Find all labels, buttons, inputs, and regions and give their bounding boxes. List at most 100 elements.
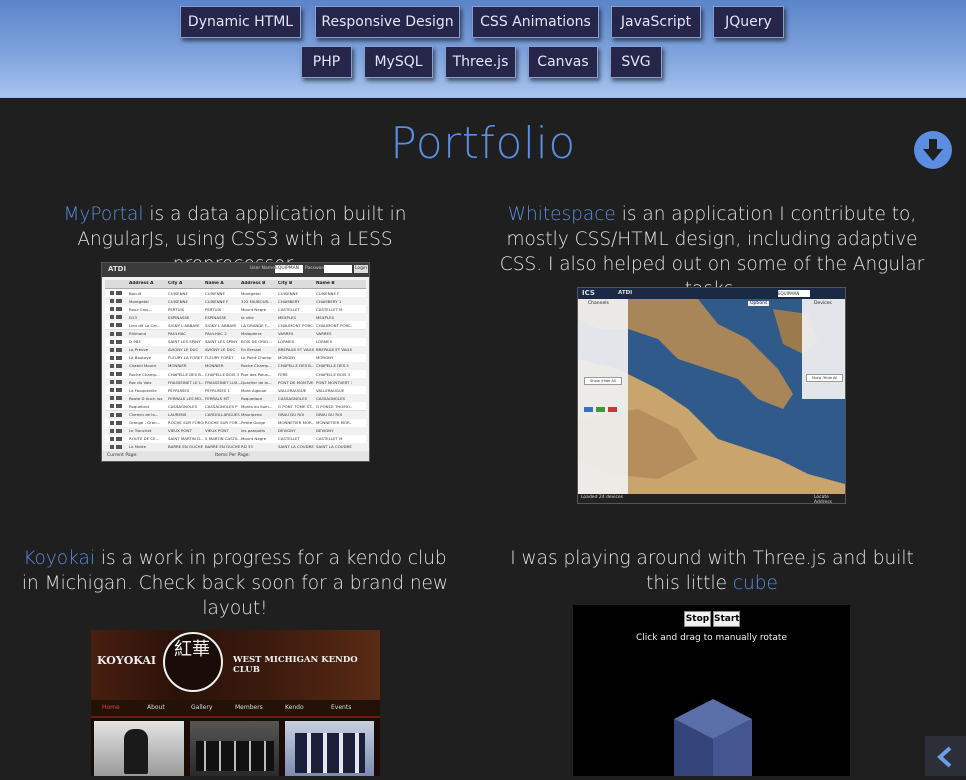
koyokai-link[interactable]: Koyokai: [23, 548, 95, 569]
myportal-table-cell: SAINT LES SPINY: [205, 339, 238, 345]
myportal-footer-left: Current Page:: [107, 453, 138, 458]
tag-canvas[interactable]: Canvas: [528, 46, 598, 78]
row-edit-icon: [110, 388, 122, 393]
koyokai-screenshot[interactable]: KOYOKAI 紅華 WEST MICHIGAN KENDO CLUB Home…: [91, 630, 380, 776]
myportal-table-cell: CHAUMONT PORC...: [278, 322, 314, 328]
myportal-table-cell: MORGNY: [316, 355, 334, 361]
myportal-table-cell: GRAU DU ROI: [316, 412, 343, 417]
myportal-table-cell: FRASSEINET LE L...: [168, 379, 204, 385]
row-edit-icon: [110, 355, 122, 360]
chevron-left-icon: [937, 746, 952, 768]
whitespace-status-text: Loaded 24 devices: [581, 495, 624, 500]
myportal-table-cell: La Fauqueville: [129, 387, 157, 393]
cube-stop-button[interactable]: Stop: [684, 611, 711, 627]
myportal-column-header: Address B: [241, 281, 266, 286]
cube-demo[interactable]: Stop Start Click and drag to manually ro…: [573, 605, 850, 776]
tag-mysql[interactable]: MySQL: [364, 46, 433, 78]
myportal-table-cell: Le Point Champ: [241, 355, 272, 361]
myportal-table-cell: MONNETIER MOR...: [316, 420, 352, 426]
myportal-table-cell: FLEURY FORET: [205, 355, 234, 361]
myportal-table-cell: ESPINASSE: [168, 314, 190, 320]
myportal-table-cell: LORMES: [278, 339, 295, 345]
myportal-table-cell: SAINT LA COUDRE: [278, 444, 314, 450]
myportal-table-cell: RD 33: [241, 444, 253, 450]
myportal-table-cell: La Preuve: [129, 347, 149, 353]
row-edit-icon: [110, 412, 122, 417]
myportal-table-cell: PEYRUISES 1: [205, 387, 230, 393]
myportal-table-cell: 322 FAUBOUR...: [241, 298, 272, 304]
scroll-down-button[interactable]: [914, 131, 952, 169]
myportal-grid: ⚙ Address ACity AName AAddress BCity BNa…: [105, 280, 366, 452]
myportal-user-label: User Name:: [250, 266, 277, 271]
tag-svg[interactable]: SVG: [610, 46, 662, 78]
myportal-footer-right: Items Per Page:: [215, 453, 251, 458]
myportal-table-cell: BARRE EN OUCHE: [205, 444, 241, 450]
myportal-table-cell: VALLERAUGUE: [278, 387, 307, 393]
tag-javascript[interactable]: JavaScript: [611, 6, 701, 38]
tag-php[interactable]: PHP: [301, 46, 352, 78]
koyokai-menu-kendo: Kendo: [285, 704, 304, 711]
whitespace-link[interactable]: Whitespace: [508, 204, 616, 225]
myportal-table-cell: PEYRUISES: [168, 387, 190, 393]
koyokai-photo-1: [94, 721, 184, 776]
tag-responsive-design[interactable]: Responsive Design: [315, 6, 460, 38]
myportal-table-cell: CHAMBERY 1: [316, 298, 342, 304]
myportal-table-cell: S MARTIN CASTIL...: [205, 436, 241, 442]
myportal-table-cell: Chemin de la...: [129, 412, 159, 417]
myportal-column-header: Name B: [316, 281, 335, 286]
myportal-table-cell: Petite Gorge: [241, 420, 266, 426]
myportal-table-cell: CASSAGNOLES: [278, 395, 308, 401]
myportal-table-cell: AVIGNY LE DUC: [168, 347, 199, 353]
myportal-table-cell: D 983: [129, 339, 141, 345]
myportal-table-cell: PONT MONTVERT 3: [316, 379, 352, 385]
myportal-link[interactable]: MyPortal: [63, 204, 143, 225]
tag-css-animations[interactable]: CSS Animations: [472, 6, 599, 38]
myportal-table-cell: MEXPLES: [278, 314, 296, 320]
myportal-table-cell: DEVIGNY: [278, 428, 296, 434]
back-button[interactable]: [925, 736, 966, 776]
myportal-column-header: City A: [168, 281, 183, 286]
koyokai-banner: KOYOKAI 紅華 WEST MICHIGAN KENDO CLUB: [91, 630, 380, 700]
myportal-screenshot[interactable]: ATDI User Name: EQUIPMAN Password: Login…: [101, 262, 370, 462]
arrow-down-icon: [923, 139, 943, 161]
myportal-table-cell: SAINT LA COUDRE: [316, 444, 352, 450]
myportal-table-cell: Roche Champ...: [241, 363, 272, 369]
myportal-table-cell: Mount Negre: [241, 436, 267, 442]
tag-dynamic-html[interactable]: Dynamic HTML: [180, 6, 301, 38]
myportal-table-cell: CUISENNE F: [316, 290, 340, 296]
myportal-table-cell: Rue des Palus...: [241, 371, 272, 377]
myportal-table-cell: Route D Auch lux: [129, 395, 163, 401]
myportal-table-cell: Roquebrot: [129, 403, 150, 409]
tag-jquery[interactable]: JQuery: [713, 6, 784, 38]
myportal-table-cell: Malapierre: [241, 331, 262, 336]
myportal-table-cell: CASTELLET: [278, 306, 300, 312]
myportal-table-cell: CHAPELLE DES B...: [278, 363, 314, 369]
row-edit-icon: [110, 363, 122, 368]
myportal-table-cell: En Bressel: [241, 347, 262, 353]
cube-start-button[interactable]: Start: [713, 611, 740, 627]
top-nav-header: Dynamic HTML Responsive Design CSS Anima…: [0, 0, 966, 98]
whitespace-devices-panel: Devices Show /Hide All: [802, 299, 845, 399]
myportal-table-cell: CASSAGNOLES: [168, 403, 198, 409]
koyokai-emblem: 紅華: [163, 632, 223, 692]
row-edit-icon: [110, 315, 122, 320]
whitespace-screenshot[interactable]: ICS ATDI EQUIPMAN Channels Show /Hide Al…: [577, 287, 846, 504]
myportal-table-cell: BARRE EN OUCHE: [168, 444, 204, 450]
row-edit-icon: [110, 331, 122, 336]
myportal-table-cell: G PONT TOME ST...: [278, 403, 314, 409]
cube-canvas: [674, 699, 752, 776]
myportal-column-header: City B: [278, 281, 293, 286]
myportal-table-cell: Lieu dit La Cer...: [129, 322, 161, 328]
myportal-table-cell: FERRALS MT: [205, 395, 230, 401]
tag-threejs[interactable]: Three.js: [445, 46, 516, 78]
portfolio-title: Portfolio: [390, 118, 576, 169]
myportal-table-cell: PAULHAC: [168, 331, 187, 336]
myportal-table-cell: Mauripeiro: [241, 412, 262, 417]
koyokai-description: Koyokai is a work in progress for a kend…: [20, 546, 450, 621]
myportal-table-cell: VIEUX PONT: [168, 428, 192, 434]
myportal-table-cell: Roquedaut: [241, 395, 263, 401]
koyokai-menu: Home About Gallery Members Kendo Events: [91, 700, 380, 718]
whitespace-brand-right: ATDI: [618, 290, 633, 296]
whitespace-statusbar: Loaded 24 devices Locate Address: [578, 494, 845, 503]
cube-link[interactable]: cube: [733, 573, 778, 594]
